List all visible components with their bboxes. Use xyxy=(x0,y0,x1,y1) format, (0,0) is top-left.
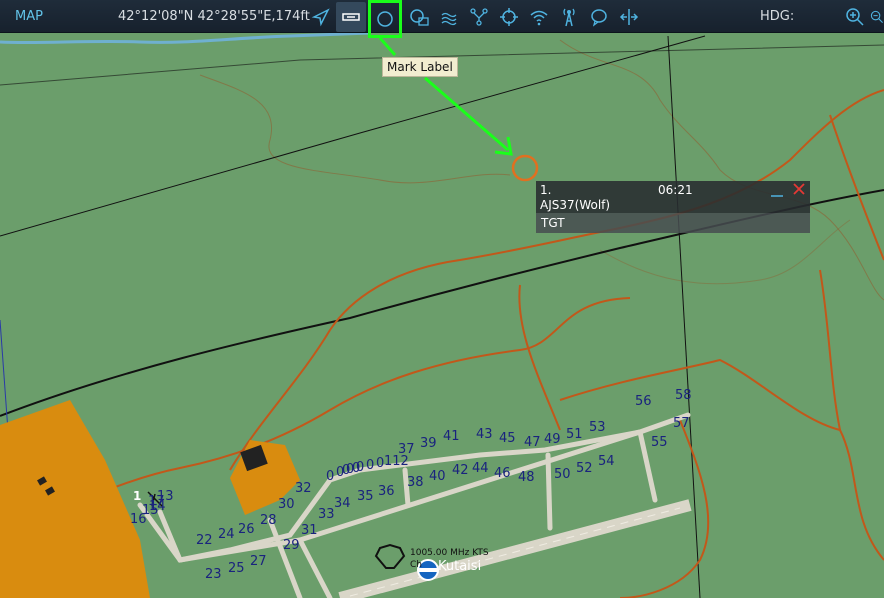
wifi-icon xyxy=(530,10,548,25)
parking-spot-label: 45 xyxy=(499,431,516,446)
parking-spot-label: 43 xyxy=(476,427,493,442)
crosshair-icon xyxy=(500,7,518,26)
mark-panel-header: 1. 06:21 AJS37(Wolf) xyxy=(536,181,810,213)
airfield-name: Kutaisi xyxy=(438,559,481,574)
ruler-tool-button[interactable] xyxy=(336,1,366,32)
airfield-freq: 1005.00 MHz KTS xyxy=(410,548,489,558)
parking-spot-label: 36 xyxy=(378,484,395,499)
parking-spot-label: 23 xyxy=(205,567,222,582)
parking-spot-label: 27 xyxy=(250,554,267,569)
parking-spot-label: 112 xyxy=(384,454,409,469)
parking-spot-label: 42 xyxy=(452,463,469,478)
zoom-out-icon xyxy=(870,10,883,23)
toolbar: MAP 42°12'08"N 42°28'55"E,174ft HDG: xyxy=(0,0,884,38)
parking-spot-label: 26 xyxy=(238,522,255,537)
parking-spot-label: 0 xyxy=(376,456,384,471)
waves-icon xyxy=(441,12,457,25)
parking-spot-label: 35 xyxy=(357,489,374,504)
ruler-icon xyxy=(342,12,360,21)
parking-spot-label: 53 xyxy=(589,420,606,435)
parking-spot-label: 17 xyxy=(148,494,165,509)
map-canvas[interactable]: 1005.00 MHz KTS Ch Kutaisi 1 13141516172… xyxy=(0,0,884,598)
parking-spot-label: 44 xyxy=(472,461,489,476)
network-button[interactable] xyxy=(464,2,494,32)
parking-spot-label: 25 xyxy=(228,561,245,576)
crosshair-button[interactable] xyxy=(494,2,524,32)
parking-spot-label: 48 xyxy=(518,470,535,485)
parking-spot-label: 34 xyxy=(334,496,351,511)
heading-readout: HDG: xyxy=(760,9,795,24)
parking-spot-label: 46 xyxy=(494,466,511,481)
mark-time: 06:21 xyxy=(658,183,693,197)
zoom-controls xyxy=(840,0,884,33)
parking-spot-label: 32 xyxy=(295,481,312,496)
layers-button[interactable] xyxy=(434,2,464,32)
parking-spot-label: 54 xyxy=(598,454,615,469)
mark-author: AJS37(Wolf) xyxy=(540,198,611,212)
mark-text-field[interactable]: TGT xyxy=(536,213,810,233)
parking-spot-label: 49 xyxy=(544,432,561,447)
parking-spot-label: 24 xyxy=(218,527,235,542)
parking-spot-label: 50 xyxy=(554,467,571,482)
unit-number: 1 xyxy=(133,489,141,503)
parking-spot-label: 0 xyxy=(326,469,334,484)
wifi-button[interactable] xyxy=(524,2,554,32)
antenna-icon xyxy=(563,8,575,26)
zoom-out-button[interactable] xyxy=(870,2,884,32)
parking-spot-label: 31 xyxy=(301,523,318,538)
chat-bubble-icon xyxy=(591,8,607,27)
bullseye-pointer-button[interactable] xyxy=(306,2,336,32)
mark-number: 1. xyxy=(540,183,552,197)
parking-spot-label: 30 xyxy=(278,497,295,512)
antenna-button[interactable] xyxy=(554,2,584,32)
toolbar-icons xyxy=(306,0,644,38)
parking-spot-label: 51 xyxy=(566,427,583,442)
zoom-in-icon xyxy=(846,7,864,26)
close-icon[interactable] xyxy=(792,182,806,196)
airfield-ch: Ch xyxy=(410,560,422,570)
parking-spot-label: 47 xyxy=(524,435,541,450)
parking-spot-label: 40 xyxy=(429,469,446,484)
parking-spot-label: 39 xyxy=(420,436,437,451)
navigation-arrow-icon xyxy=(311,7,330,26)
minimize-icon[interactable] xyxy=(770,184,784,198)
parking-spot-label: 0 xyxy=(352,461,360,476)
parking-spot-label: 0 xyxy=(366,458,374,473)
parking-spot-label: 55 xyxy=(651,435,668,450)
comment-mark-icon xyxy=(410,8,429,26)
network-nodes-icon xyxy=(470,7,488,26)
parking-spot-label: 0 xyxy=(342,463,350,478)
mark-comment-button[interactable] xyxy=(404,2,434,32)
split-button[interactable] xyxy=(614,2,644,32)
tooltip-mark-label: Mark Label xyxy=(382,57,458,77)
parking-spot-label: 56 xyxy=(635,394,652,409)
parking-spot-label: 16 xyxy=(130,512,147,527)
zoom-in-button[interactable] xyxy=(840,2,870,32)
parking-spot-label: 58 xyxy=(675,388,692,403)
parking-spot-label: 57 xyxy=(673,416,690,431)
parking-spot-label: 22 xyxy=(196,533,213,548)
chat-button[interactable] xyxy=(584,2,614,32)
parking-spot-label: 28 xyxy=(260,513,277,528)
parking-spot-label: 38 xyxy=(407,475,424,490)
mark-label-button[interactable] xyxy=(368,0,402,38)
mark-label-panel[interactable]: 1. 06:21 AJS37(Wolf) TGT xyxy=(536,181,810,233)
parking-spot-label: 33 xyxy=(318,507,335,522)
circle-mark-icon xyxy=(377,10,393,27)
split-arrows-icon xyxy=(619,8,639,25)
mark-text: TGT xyxy=(541,216,565,230)
cursor-coordinates: 42°12'08"N 42°28'55"E,174ft xyxy=(118,9,310,24)
parking-spot-label: 41 xyxy=(443,429,460,444)
map-title[interactable]: MAP xyxy=(15,9,105,24)
parking-spot-label: 52 xyxy=(576,461,593,476)
parking-spot-label: 29 xyxy=(283,538,300,553)
